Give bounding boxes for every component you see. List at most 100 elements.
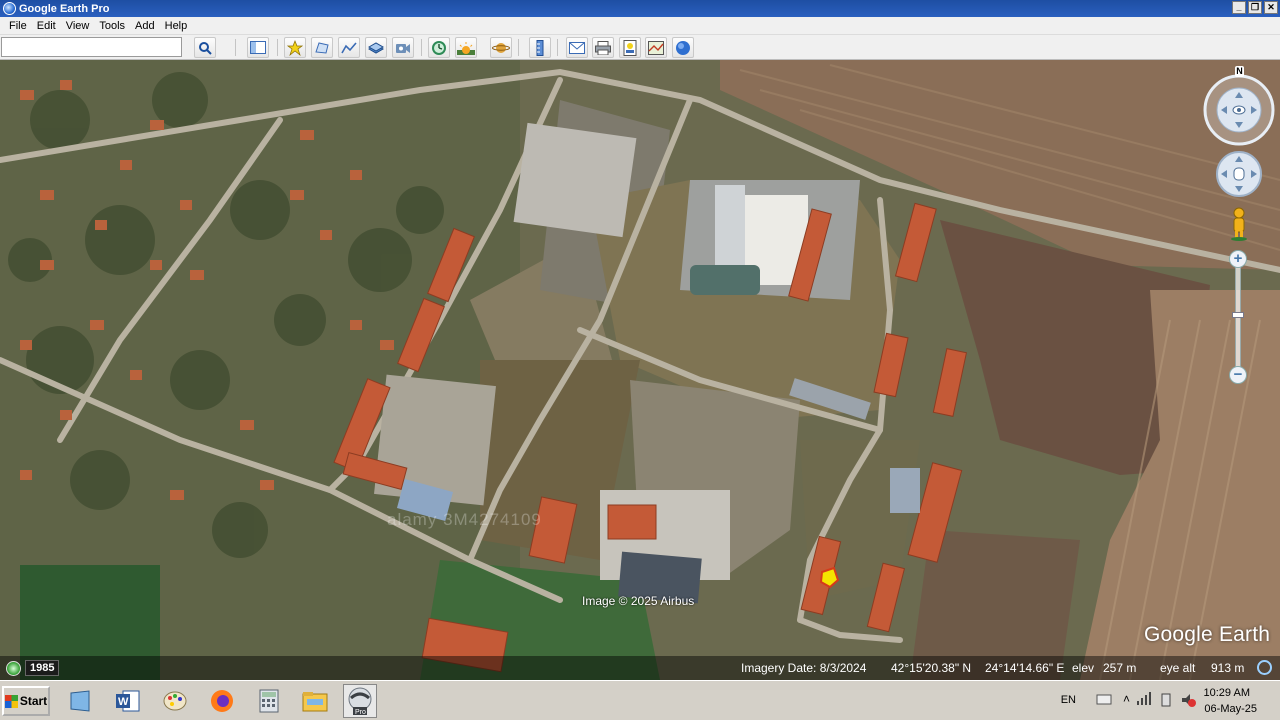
earth-icon (676, 40, 690, 55)
compass-ring-icon (1203, 74, 1275, 146)
close-button[interactable]: ✕ (1264, 1, 1278, 14)
latitude: 42°15'20.38" N (891, 661, 972, 675)
streaming-indicator-icon (1257, 660, 1272, 675)
start-label: Start (19, 694, 48, 708)
taskbar-calculator[interactable] (252, 684, 286, 718)
taskbar-file-explorer[interactable] (298, 684, 332, 718)
add-placemark-button[interactable] (284, 37, 306, 58)
pan-control[interactable] (1215, 150, 1263, 198)
search-icon (199, 41, 212, 55)
taskbar-firefox[interactable] (205, 684, 239, 718)
taskbar-desktop[interactable] (63, 684, 97, 718)
elevation-label: elev (1072, 661, 1095, 675)
print-icon (595, 40, 611, 55)
eye-alt-label: eye alt (1160, 661, 1196, 675)
zoom-in-button[interactable]: + (1229, 250, 1247, 268)
menu-file[interactable]: File (4, 20, 32, 32)
save-image-button[interactable] (619, 37, 641, 58)
imagery-date: Imagery Date: 8/3/2024 (741, 661, 867, 675)
pro-badge-text: Pro (355, 709, 366, 716)
add-polygon-button[interactable] (311, 37, 333, 58)
add-polygon-icon (315, 41, 329, 54)
search-input[interactable] (1, 37, 182, 57)
look-control[interactable] (1203, 74, 1275, 146)
title-bar: Google Earth Pro _ ❐ ✕ (0, 0, 1280, 17)
record-tour-icon (396, 43, 410, 53)
sun-icon (457, 41, 475, 55)
clock-date[interactable]: 06-May-25 (1204, 703, 1257, 715)
svg-text:W: W (118, 696, 129, 708)
sidebar-toggle-button[interactable] (247, 37, 269, 58)
network-icon[interactable] (1136, 692, 1152, 709)
map-view[interactable]: alamy 3M4274109 Image © 2025 Airbus Goog… (0, 60, 1280, 680)
word-icon: W (116, 690, 140, 712)
zoom-out-button[interactable]: − (1229, 366, 1247, 384)
email-button[interactable] (566, 37, 588, 58)
menu-tools[interactable]: Tools (94, 20, 130, 32)
compass-north-label: N (1235, 66, 1244, 77)
search-button[interactable] (194, 37, 216, 58)
window-title: Google Earth Pro (19, 2, 110, 15)
keyboard-icon[interactable] (1096, 692, 1112, 709)
planets-icon (492, 42, 510, 53)
historical-imagery-icon (432, 40, 446, 55)
earth-button[interactable] (672, 37, 694, 58)
taskbar-paint[interactable] (158, 684, 192, 718)
taskbar-word[interactable]: W (111, 684, 145, 718)
paint-icon (163, 691, 187, 711)
historical-imagery-button[interactable] (428, 37, 450, 58)
windows-logo-icon (4, 694, 18, 708)
start-button[interactable]: Start (2, 686, 50, 716)
taskbar-google-earth-pro[interactable]: Pro (343, 684, 377, 718)
volume-muted-icon[interactable] (1180, 692, 1196, 711)
pegman-icon (1231, 207, 1247, 241)
menu-edit[interactable]: Edit (32, 20, 61, 32)
firefox-icon (211, 690, 233, 712)
add-placemark-icon (287, 39, 303, 56)
record-tour-button[interactable] (392, 37, 414, 58)
language-indicator[interactable]: EN (1061, 694, 1076, 706)
show-hidden-icons-icon[interactable]: ˄ (1123, 692, 1130, 706)
add-path-icon (341, 41, 357, 53)
email-icon (569, 41, 585, 54)
zoom-slider-thumb[interactable] (1232, 312, 1244, 318)
clock-icon (6, 660, 21, 676)
minimize-button[interactable]: _ (1232, 1, 1246, 14)
ruler-button[interactable] (529, 37, 551, 58)
satellite-imagery[interactable] (0, 60, 1280, 680)
move-hand-icon (1216, 151, 1262, 197)
longitude: 24°14'14.66" E (985, 661, 1065, 675)
ruler-icon (536, 39, 544, 56)
menu-bar: File Edit View Tools Add Help (0, 17, 1280, 35)
google-earth-app-icon (3, 2, 16, 15)
desktop-icon (70, 690, 90, 712)
clock-time[interactable]: 10:29 AM (1204, 687, 1250, 699)
view-in-maps-button[interactable] (645, 37, 667, 58)
imagery-attribution: Image © 2025 Airbus (582, 594, 695, 608)
planets-button[interactable] (490, 37, 512, 58)
add-path-button[interactable] (338, 37, 360, 58)
google-earth-pro-icon: Pro (348, 687, 372, 716)
add-image-overlay-button[interactable] (365, 37, 387, 58)
menu-view[interactable]: View (61, 20, 95, 32)
taskbar: Start W Pro EN ˄ 10:29 AM 06-May-25 (0, 680, 1280, 720)
google-earth-logo: Google Earth (1144, 623, 1271, 646)
menu-add[interactable]: Add (130, 20, 160, 32)
elevation-value: 257 m (1103, 661, 1137, 675)
calculator-icon (259, 689, 279, 713)
restore-button[interactable]: ❐ (1248, 1, 1262, 14)
safely-remove-icon[interactable] (1158, 692, 1174, 711)
file-explorer-icon (302, 692, 328, 712)
view-in-maps-icon (648, 40, 664, 55)
historical-year: 1985 (25, 660, 60, 676)
street-view-pegman[interactable] (1229, 207, 1249, 241)
watermark-text: alamy 3M4274109 (387, 510, 542, 529)
sunlight-button[interactable] (455, 37, 477, 58)
add-image-overlay-icon (368, 41, 384, 54)
eye-alt-value: 913 m (1211, 661, 1245, 675)
menu-help[interactable]: Help (160, 20, 193, 32)
toolbar (0, 35, 1280, 60)
historical-imagery-badge[interactable]: 1985 (6, 660, 60, 676)
print-button[interactable] (592, 37, 614, 58)
save-image-icon (623, 39, 637, 56)
